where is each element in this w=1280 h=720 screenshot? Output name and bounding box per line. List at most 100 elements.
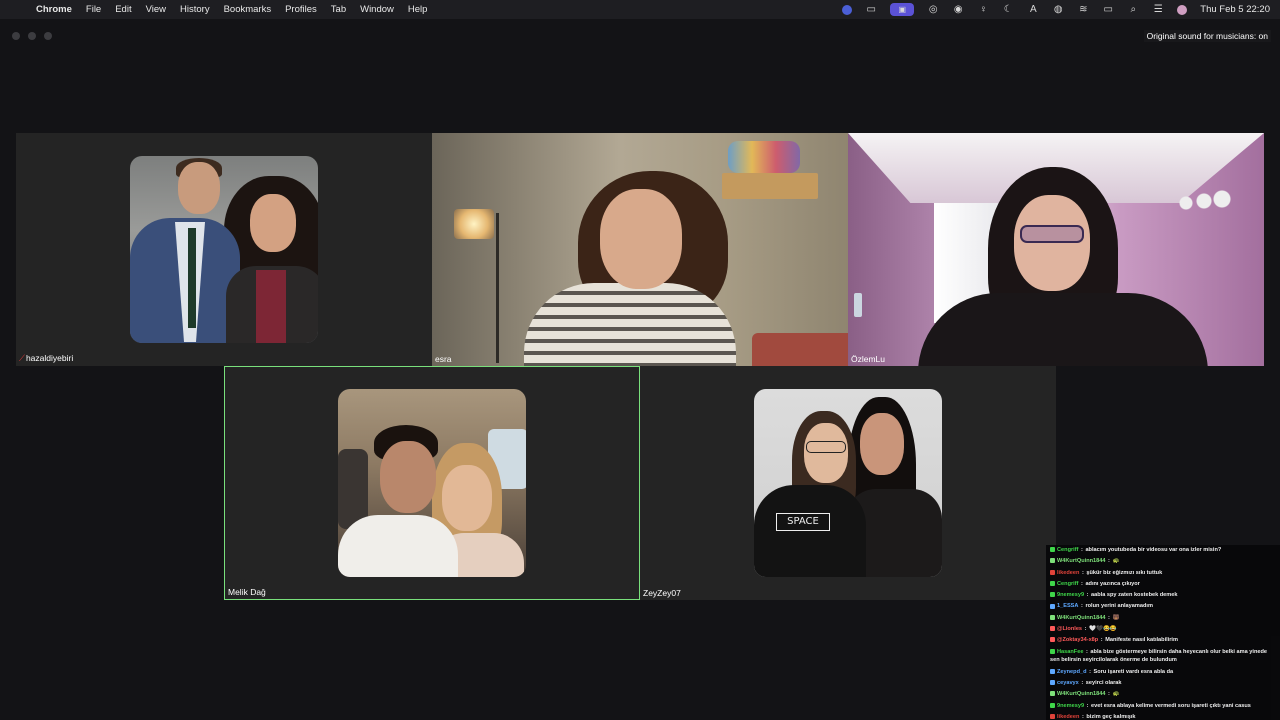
- chat-text: ablacım youtubeda bir videosu var ona iz…: [1085, 547, 1222, 553]
- chat-username: ceyavyx: [1057, 680, 1079, 687]
- chat-username: likedeen: [1057, 569, 1080, 576]
- user-badge-icon: [1050, 691, 1055, 697]
- user-badge-icon: [1050, 637, 1055, 643]
- user-badge-icon: [1050, 603, 1055, 609]
- user-badge-icon: [1050, 714, 1055, 720]
- input-source-icon[interactable]: A: [1027, 4, 1039, 15]
- chat-username: W4KurtQuinn1844: [1057, 691, 1106, 698]
- participant-tile-melik-dag[interactable]: Melik Dağ: [224, 366, 640, 600]
- chat-separator: :: [1106, 558, 1112, 565]
- participant-tile-esra[interactable]: esra: [432, 133, 848, 366]
- chat-message: 9nemesy9 : aabla spy zaten kostebek deme…: [1050, 590, 1276, 601]
- creative-cloud-icon[interactable]: ◎: [927, 4, 939, 15]
- chat-message: likedeen : bizim geç kalmışık: [1050, 712, 1276, 720]
- user-badge-icon: [1050, 680, 1055, 686]
- participant-name: ZeyZey07: [643, 588, 681, 598]
- user-badge-icon: [1050, 648, 1055, 654]
- chat-separator: :: [1080, 714, 1086, 720]
- chat-separator: :: [1079, 547, 1085, 553]
- menu-edit[interactable]: Edit: [115, 4, 131, 15]
- chat-message: 9nemesy9 : evet esra ablaya kelime verme…: [1050, 701, 1276, 712]
- menu-profiles[interactable]: Profiles: [285, 4, 317, 15]
- chat-username: W4KurtQuinn1844: [1057, 558, 1106, 565]
- spotlight-search-icon[interactable]: ⌕: [1127, 4, 1139, 15]
- accessibility-icon[interactable]: ♀: [977, 4, 989, 15]
- macos-menu-bar: Chrome File Edit View History Bookmarks …: [0, 0, 1280, 19]
- menu-bookmarks[interactable]: Bookmarks: [224, 4, 272, 15]
- control-center-icon[interactable]: ☰: [1152, 4, 1164, 15]
- user-badge-icon: [1050, 614, 1055, 620]
- user-badge-icon: [1050, 558, 1055, 564]
- menubar-clock[interactable]: Thu Feb 5 22:20: [1200, 4, 1270, 15]
- participant-name: esra: [435, 354, 452, 364]
- video-feed: [848, 133, 1264, 366]
- zoom-window-button[interactable]: [44, 32, 52, 40]
- status-tray: ▭ ▣ ◎ ◉ ♀ ☾ A ◍ ≋ ▭ ⌕ ☰ Thu Feb 5 22:20: [842, 0, 1270, 19]
- recording-indicator-icon[interactable]: ▣: [890, 3, 915, 16]
- participant-name: ÖzlemLu: [851, 354, 886, 364]
- menu-help[interactable]: Help: [408, 4, 428, 15]
- chat-username: likedeen: [1057, 714, 1080, 720]
- screen-share-icon[interactable]: ▭: [865, 4, 877, 15]
- chat-text: rolun yerini anlayamadım: [1085, 603, 1153, 610]
- menu-view[interactable]: View: [146, 4, 166, 15]
- chat-message: ceyavyx : seyirci olarak: [1050, 678, 1276, 689]
- sync-icon[interactable]: ◉: [952, 4, 964, 15]
- chat-text: 🐻: [1112, 614, 1120, 621]
- chat-message: likedeen : şükür biz eğizmızı sıkı tuttu…: [1050, 568, 1276, 579]
- original-sound-status[interactable]: Original sound for musicians: on: [1143, 30, 1271, 42]
- window-controls: [12, 32, 52, 40]
- chat-text: Manifeste nasıl katılabilirim: [1105, 637, 1178, 644]
- participant-tile-zeyzey07[interactable]: SPACE ZeyZey07: [640, 366, 1056, 600]
- chat-message: @Zoktay34-x8p : Manifeste nasıl katılabi…: [1050, 635, 1276, 646]
- chat-separator: :: [1106, 614, 1112, 621]
- zoom-status-icon[interactable]: [842, 4, 853, 15]
- user-badge-icon: [1050, 592, 1055, 598]
- chat-username: 9nemesy9: [1057, 592, 1085, 599]
- user-badge-icon: [1050, 668, 1055, 674]
- participant-tile-ozlemlu[interactable]: ÖzlemLu: [848, 133, 1264, 366]
- chat-text: 🐢: [1112, 558, 1120, 565]
- muted-mic-icon: ⟋: [19, 353, 25, 363]
- chat-separator: :: [1087, 668, 1093, 675]
- minimize-window-button[interactable]: [28, 32, 36, 40]
- live-chat-overlay: Cengriff : ablacım youtubeda bir videosu…: [1046, 545, 1280, 720]
- chat-message: @Lionles : 🤍🖤😂😂: [1050, 624, 1276, 635]
- chat-separator: :: [1084, 648, 1090, 655]
- chat-username: Cengriff: [1057, 580, 1079, 587]
- user-badge-icon: [1050, 626, 1055, 632]
- menu-history[interactable]: History: [180, 4, 210, 15]
- user-badge-icon: [1050, 580, 1055, 586]
- chat-text: şükür biz eğizmızı sıkı tuttuk: [1086, 569, 1163, 576]
- menu-app-chrome[interactable]: Chrome: [36, 4, 72, 15]
- chat-message: W4KurtQuinn1844 : 🐢: [1050, 689, 1276, 700]
- chat-separator: :: [1079, 680, 1085, 687]
- chat-separator: :: [1079, 603, 1085, 610]
- chat-text: aabla spy zaten kostebek demek: [1091, 592, 1178, 599]
- battery-icon[interactable]: ▭: [1102, 4, 1114, 15]
- chat-text: 🤍🖤😂😂: [1089, 626, 1117, 633]
- participant-name: Melik Dağ: [228, 587, 266, 597]
- wifi-icon[interactable]: ≋: [1077, 4, 1089, 15]
- chat-message: Cengriff : ablacım youtubeda bir videosu…: [1050, 545, 1276, 556]
- chat-text: seyirci olarak: [1085, 680, 1122, 687]
- chat-username: HasanFee: [1057, 648, 1084, 655]
- chat-username: 9nemesy9: [1057, 702, 1085, 709]
- chat-separator: :: [1085, 592, 1091, 599]
- user-icon[interactable]: ◍: [1052, 4, 1064, 15]
- participant-tile-hazaldiyebiri[interactable]: ⟋hazaldiyebiri: [16, 133, 432, 366]
- focus-moon-icon[interactable]: ☾: [1002, 4, 1014, 15]
- chat-separator: :: [1080, 569, 1086, 576]
- user-badge-icon: [1050, 569, 1055, 575]
- chat-message: W4KurtQuinn1844 : 🐻: [1050, 613, 1276, 624]
- menu-tab[interactable]: Tab: [331, 4, 346, 15]
- menu-file[interactable]: File: [86, 4, 101, 15]
- profile-picture: [338, 389, 526, 577]
- menu-window[interactable]: Window: [360, 4, 394, 15]
- siri-icon[interactable]: [1177, 4, 1188, 15]
- chat-message: HasanFee : abla bize göstermeye bilirsin…: [1050, 647, 1276, 667]
- chat-separator: :: [1085, 702, 1091, 709]
- chat-username: Cengriff: [1057, 547, 1079, 553]
- user-badge-icon: [1050, 547, 1055, 553]
- close-window-button[interactable]: [12, 32, 20, 40]
